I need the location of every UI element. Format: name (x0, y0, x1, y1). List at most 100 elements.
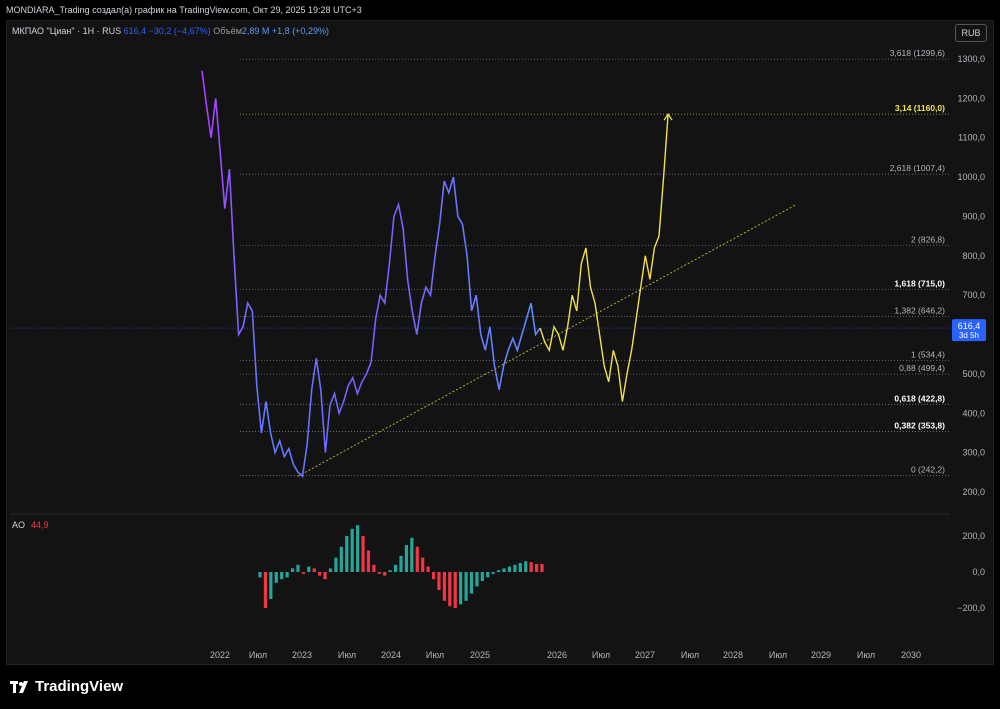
ao-bar (312, 568, 316, 572)
ao-bar (464, 572, 468, 601)
time-axis-label: 2028 (723, 650, 743, 660)
volume-change: +1,8 (+0,29%) (271, 26, 329, 36)
time-axis-label: Июл (592, 650, 610, 660)
currency-button[interactable]: RUB (955, 24, 987, 42)
ao-bar (377, 572, 381, 574)
time-axis-label: Июл (249, 650, 267, 660)
ao-bar (334, 557, 338, 572)
ao-bar (356, 525, 360, 572)
fib-level-label: 0,618 (422,8) (894, 393, 945, 403)
ao-bar (388, 570, 392, 572)
fib-level-label: 1 (534,4) (911, 349, 945, 359)
symbol-legend[interactable]: МКПАО "Циан" · 1Н · RUS 616,4 −30,2 (−4,… (12, 26, 329, 36)
time-axis-label: Июл (681, 650, 699, 660)
ao-bar (502, 568, 506, 572)
ao-bar (328, 568, 333, 572)
price-axis-label: 1100,0 (958, 133, 985, 143)
time-axis-label: Июл (857, 650, 875, 660)
tradingview-icon (10, 681, 28, 694)
price-history-line (201, 70, 541, 478)
time-axis-label: 2030 (901, 650, 921, 660)
price-axis-label: 1000,0 (957, 172, 985, 182)
ao-bar (307, 566, 311, 572)
time-axis-label: 2024 (381, 650, 401, 660)
last-price-countdown: 3d 5h (959, 331, 979, 340)
ao-bar (469, 572, 474, 594)
time-axis-label: 2022 (210, 650, 230, 660)
ao-axis-label: 0,0 (972, 567, 985, 577)
fib-level-label: 3,14 (1160,0) (895, 103, 945, 113)
ao-bar (290, 568, 295, 572)
ao-bar (518, 563, 522, 572)
ao-bar (448, 572, 452, 607)
ao-bar (437, 572, 441, 590)
price-axis-label: 500,0 (962, 369, 985, 379)
price-axis-label: 700,0 (962, 290, 985, 300)
ao-bar (507, 566, 512, 572)
time-axis-label: 2029 (811, 650, 831, 660)
ao-bar (399, 555, 403, 572)
ao-bar (366, 550, 371, 572)
ao-bar (415, 546, 419, 572)
volume-value: 2,89 М (241, 26, 270, 36)
ao-bar (372, 564, 376, 572)
fib-level-label: 3,618 (1299,6) (890, 48, 945, 58)
ao-bar (258, 572, 262, 578)
ao-bar (285, 572, 289, 578)
chart-canvas[interactable]: 3,618 (1299,6) 3,14 (1160,0) 2,618 (1007,4… (0, 0, 1000, 709)
ao-axis-label: 200,0 (962, 531, 985, 541)
last-price-value: 616,4 (958, 321, 981, 331)
time-axis-label: Июл (338, 650, 356, 660)
ao-bar (339, 546, 343, 572)
ao-bar (410, 537, 414, 572)
volume-label: Объём (213, 26, 242, 36)
ao-bar (263, 572, 268, 608)
ao-bar (453, 572, 457, 608)
projection-line (539, 114, 669, 402)
ao-bar (442, 572, 446, 601)
ao-bar (534, 563, 539, 572)
time-axis-label: 2023 (292, 650, 312, 660)
ao-bar (383, 572, 387, 576)
ao-bar (301, 572, 305, 574)
fib-level-label: 2 (826,8) (911, 234, 945, 244)
fib-level-label: 2,618 (1007,4) (890, 163, 945, 173)
legend-price: 616,4 (123, 26, 147, 36)
fib-level-label: 0 (242,2) (911, 464, 945, 474)
price-axis-label: 900,0 (962, 211, 985, 221)
ao-bar (513, 564, 517, 572)
ao-bar (459, 572, 463, 605)
ao-bar (350, 528, 354, 572)
price-axis-label: 1300,0 (957, 54, 985, 64)
ao-value: 44,9 (31, 520, 49, 530)
time-axis-label: Июл (769, 650, 787, 660)
ao-bar (274, 572, 278, 583)
time-axis-label: 2026 (547, 650, 567, 660)
ao-bar (323, 572, 327, 580)
ao-bar (318, 572, 322, 576)
ao-bar (345, 536, 349, 572)
ao-legend[interactable]: AO 44,9 (12, 520, 49, 530)
fib-level-label: 1,382 (646,2) (894, 305, 945, 315)
fib-level-label: 0,88 (499,4) (899, 363, 945, 373)
ao-bar (491, 572, 495, 574)
fib-level-label: 0,382 (353,8) (894, 420, 945, 430)
ao-bar (393, 564, 398, 572)
tradingview-logo[interactable]: TradingView (10, 678, 123, 695)
fib-level-label: 1,618 (715,0) (894, 278, 945, 288)
ao-bar (497, 570, 501, 572)
ao-bar (426, 566, 430, 572)
time-axis-label: 2027 (635, 650, 655, 660)
ao-bar (431, 572, 436, 580)
ao-bar (296, 564, 300, 572)
price-axis-label: 300,0 (962, 448, 985, 458)
ao-bar (280, 572, 284, 580)
ao-bar (475, 572, 479, 587)
ao-label: AO (12, 520, 26, 530)
ao-bar (361, 536, 365, 572)
symbol-name: МКПАО "Циан" · 1Н · RUS (12, 26, 122, 36)
time-axis-label: Июл (426, 650, 444, 660)
ao-bar (269, 572, 273, 599)
ao-bar (480, 572, 484, 581)
ao-bar (529, 562, 533, 572)
